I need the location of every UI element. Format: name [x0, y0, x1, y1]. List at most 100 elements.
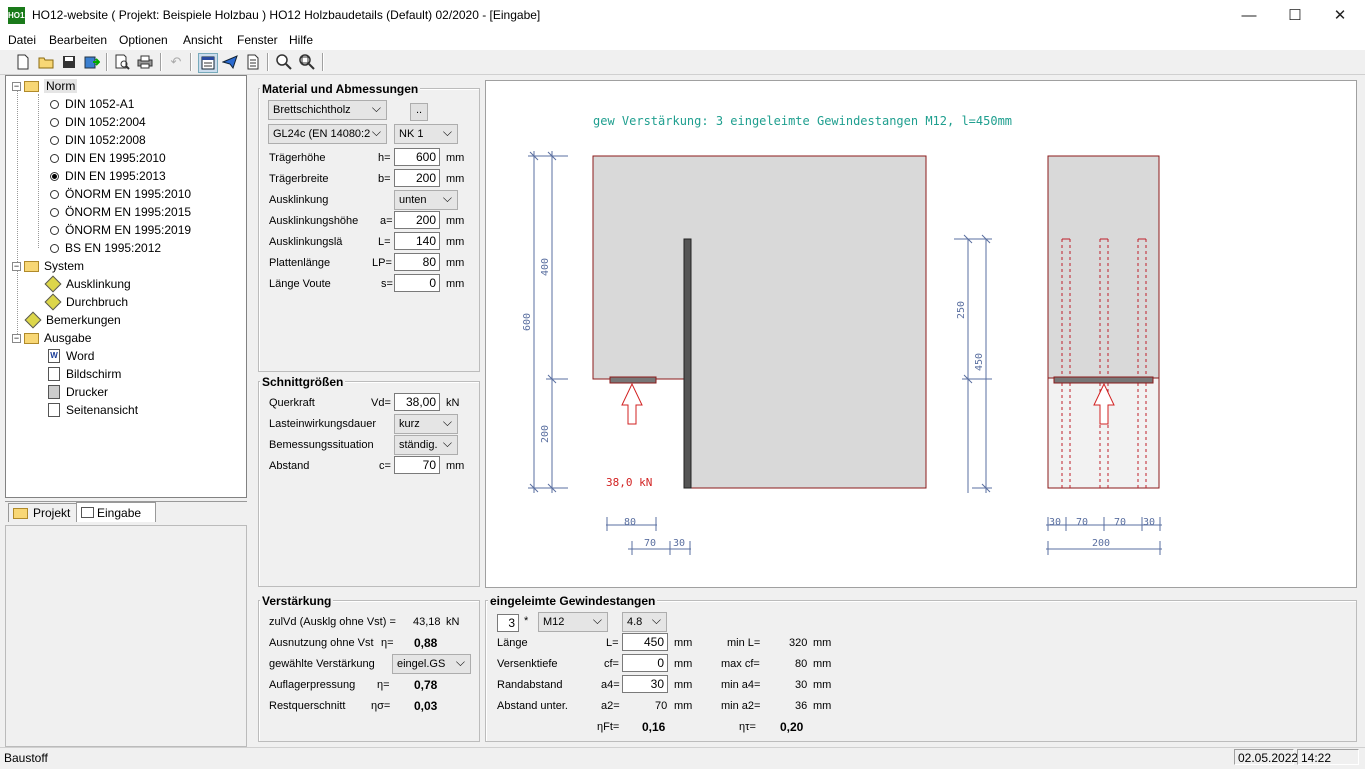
tree-item-system[interactable]: − System [12, 257, 84, 275]
menu-datei[interactable]: Datei [8, 33, 36, 47]
material-details-button[interactable]: .. [410, 103, 428, 121]
tree-item-word[interactable]: W Word [48, 347, 94, 365]
unit-label: mm [813, 637, 832, 649]
count-input[interactable]: 3 [497, 614, 519, 632]
auflagerpressung-value: 0,78 [414, 678, 438, 692]
ausnutzung-label: Ausnutzung ohne Vst [269, 637, 374, 649]
norm-option-onorm-en-1995-2010[interactable]: ÖNORM EN 1995:2010 [50, 185, 191, 203]
material-select[interactable]: Brettschichtholz [268, 99, 387, 120]
zoom-icon[interactable] [275, 53, 293, 71]
traegerbreite-input[interactable]: 200 [394, 169, 440, 187]
c-symbol: c= [379, 460, 391, 472]
nk-select[interactable]: NK 1 [394, 123, 458, 144]
abstand-input[interactable]: 70 [394, 456, 440, 474]
norm-option-bs-en-1995-2012[interactable]: BS EN 1995:2012 [50, 239, 161, 257]
document-icon[interactable] [244, 53, 262, 71]
unit-label: kN [446, 616, 460, 628]
radio-icon[interactable] [50, 99, 59, 109]
versenktiefe-input[interactable]: 0 [622, 654, 668, 672]
tree-item-drucker[interactable]: Drucker [48, 383, 108, 401]
radio-icon[interactable] [50, 117, 59, 127]
ausklinkungshoehe-input[interactable]: 200 [394, 211, 440, 229]
norm-option-onorm-en-1995-2019[interactable]: ÖNORM EN 1995:2019 [50, 221, 191, 239]
s-symbol: s= [381, 278, 393, 290]
menu-optionen[interactable]: Optionen [119, 33, 168, 47]
collapse-icon[interactable]: − [12, 261, 21, 271]
radio-icon[interactable] [50, 153, 59, 163]
send-icon[interactable] [221, 53, 239, 71]
tree-item-ausgabe[interactable]: − Ausgabe [12, 329, 91, 347]
norm-option-din-1052-2008[interactable]: DIN 1052:2008 [50, 131, 146, 149]
min-a4-value: 30 [795, 679, 808, 691]
undo-icon[interactable]: ↶ [167, 53, 185, 71]
radio-icon[interactable] [50, 189, 59, 199]
dim-70-left: 70 [1076, 517, 1088, 528]
ausklinkung-select[interactable]: unten [394, 189, 458, 210]
unit-label: mm [813, 658, 832, 670]
dim-30-left: 30 [1049, 517, 1061, 528]
min-a4-label: min a4= [721, 679, 761, 691]
tree-item-norm[interactable]: − Norm [12, 77, 78, 95]
collapse-icon[interactable]: − [12, 81, 21, 91]
new-file-icon[interactable] [14, 53, 32, 71]
load-label: 38,0 kN [606, 476, 652, 489]
tree-item-seitenansicht[interactable]: Seitenansicht [48, 401, 138, 419]
situation-select[interactable]: ständig. [394, 434, 458, 455]
radio-selected-icon[interactable] [50, 171, 59, 181]
plattenlaenge-input[interactable]: 80 [394, 253, 440, 271]
lastdauer-select[interactable]: kurz [394, 413, 458, 434]
norm-option-din-1052-a1[interactable]: DIN 1052-A1 [50, 95, 134, 113]
radio-icon[interactable] [50, 243, 59, 253]
menu-bearbeiten[interactable]: Bearbeiten [49, 33, 107, 47]
tab-projekt[interactable]: Projekt [8, 503, 82, 522]
beam-side-view: 38,0 kN 600 400 200 80 70 30 [522, 151, 927, 555]
print-preview-icon[interactable] [113, 53, 131, 71]
tree-item-ausklinkung[interactable]: Ausklinkung [44, 275, 131, 293]
rod-grade-select[interactable]: 4.8 [622, 611, 667, 632]
radio-icon[interactable] [50, 225, 59, 235]
ausklinkungslaenge-input[interactable]: 140 [394, 232, 440, 250]
norm-option-din-en-1995-2010[interactable]: DIN EN 1995:2010 [50, 149, 166, 167]
rod-length-dimension: 250 450 [954, 234, 992, 493]
open-folder-icon[interactable] [37, 53, 55, 71]
norm-option-din-1052-2004[interactable]: DIN 1052:2004 [50, 113, 146, 131]
zoom-fit-icon[interactable] [298, 53, 316, 71]
rod-size-select[interactable]: M12 [538, 611, 608, 632]
word-icon: W [48, 349, 60, 363]
collapse-icon[interactable]: − [12, 333, 21, 343]
export-icon[interactable] [83, 53, 101, 71]
dim-80: 80 [624, 517, 636, 528]
randabstand-input[interactable]: 30 [622, 675, 668, 693]
querkraft-input[interactable]: 38,00 [394, 393, 440, 411]
b-symbol: b= [378, 173, 391, 185]
radio-icon[interactable] [50, 135, 59, 145]
radio-icon[interactable] [50, 207, 59, 217]
input-view-icon[interactable] [198, 53, 218, 73]
unit-label: mm [674, 679, 693, 691]
tab-eingabe[interactable]: Eingabe [76, 502, 156, 522]
menu-fenster[interactable]: Fenster [237, 33, 278, 47]
print-icon[interactable] [136, 53, 154, 71]
minimize-button[interactable]: — [1226, 0, 1272, 31]
tree-item-durchbruch[interactable]: Durchbruch [44, 293, 128, 311]
verstaerkung-select[interactable]: eingel.GS [392, 653, 471, 674]
norm-option-onorm-en-1995-2015[interactable]: ÖNORM EN 1995:2015 [50, 203, 191, 221]
maximize-button[interactable]: ☐ [1272, 0, 1318, 31]
folder-open-icon [24, 80, 39, 92]
laenge-voute-input[interactable]: 0 [394, 274, 440, 292]
auflagerpressung-label: Auflagerpressung [269, 679, 356, 691]
unit-label: mm [446, 460, 465, 472]
traegerhoehe-input[interactable]: 600 [394, 148, 440, 166]
unit-label: kN [446, 397, 460, 409]
menu-ansicht[interactable]: Ansicht [183, 33, 222, 47]
menu-hilfe[interactable]: Hilfe [289, 33, 313, 47]
tree-item-bemerkungen[interactable]: Bemerkungen [24, 311, 121, 329]
ausklinkung-label: Ausklinkung [269, 194, 329, 206]
rod-length-input[interactable]: 450 [622, 633, 668, 651]
close-button[interactable]: ✕ [1317, 0, 1363, 31]
norm-option-din-en-1995-2013[interactable]: DIN EN 1995:2013 [50, 167, 166, 185]
save-icon[interactable] [60, 53, 78, 71]
eta-tau-value: 0,20 [780, 720, 804, 734]
grade-select[interactable]: GL24c (EN 14080:2 [268, 123, 387, 144]
tree-item-bildschirm[interactable]: Bildschirm [48, 365, 121, 383]
